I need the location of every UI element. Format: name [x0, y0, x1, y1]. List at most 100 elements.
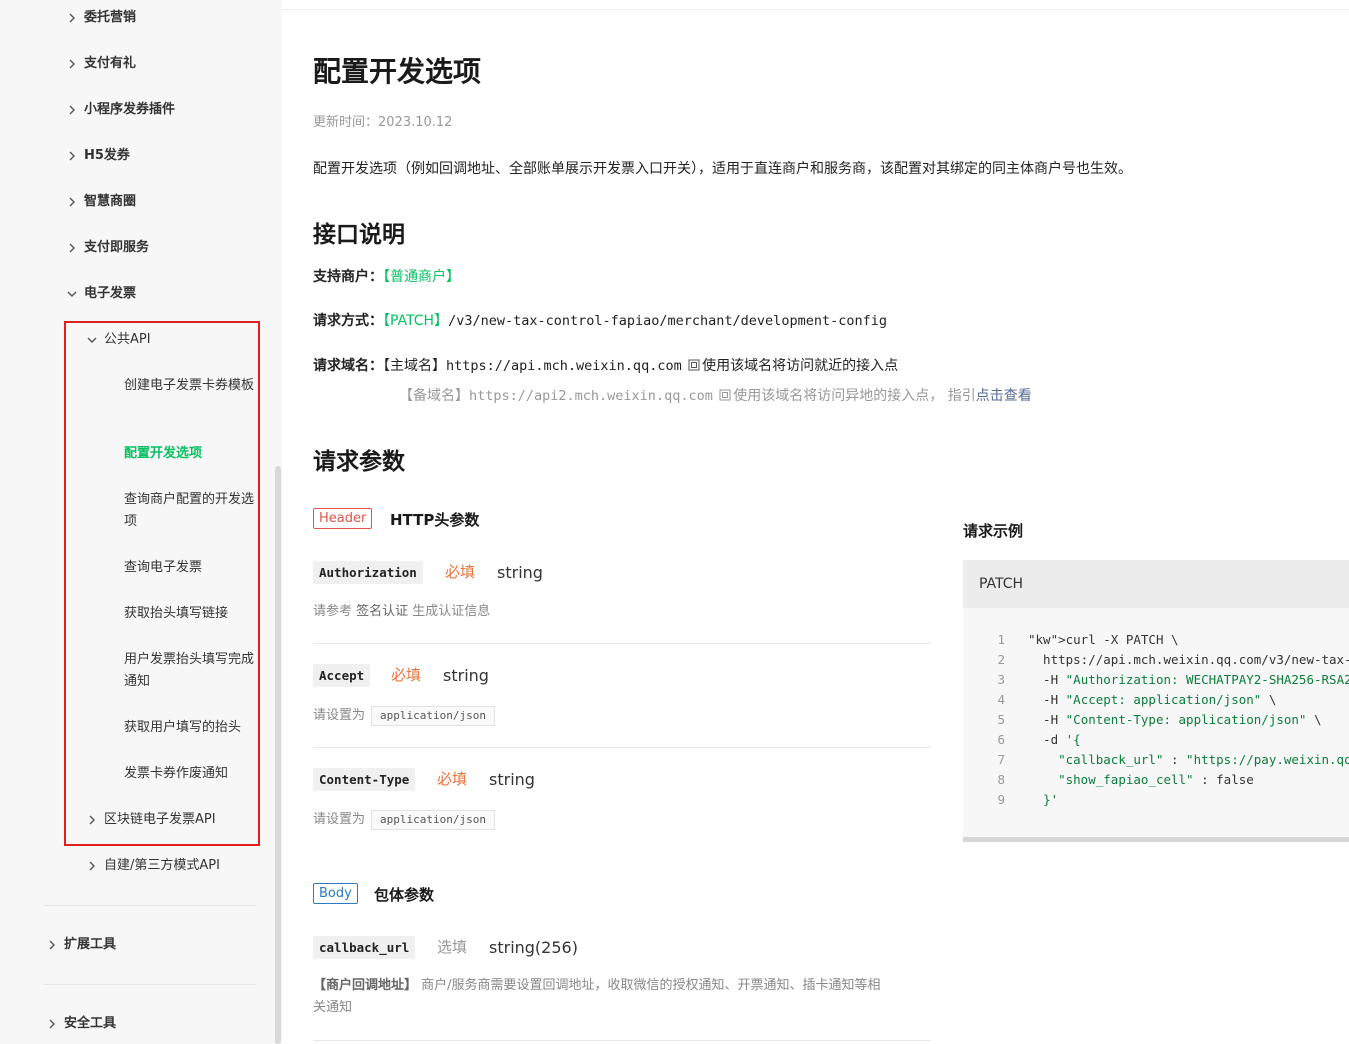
desc-text: 商户/服务商需要设置回调地址，收取微信的授权通知、开票通知、插卡通知等相: [417, 978, 881, 993]
desc-prefix: 请设置为: [313, 708, 366, 723]
domain-label: 请求域名：: [313, 358, 383, 374]
example-method-tab[interactable]: PATCH: [963, 560, 1349, 608]
sidebar-item-label: 电子发票: [84, 286, 137, 301]
sidebar-item-query-fapiao[interactable]: 查询电子发票: [124, 557, 256, 579]
divider: [313, 643, 931, 644]
code-chip: application/json: [371, 809, 495, 830]
line-number: 5: [997, 712, 1005, 727]
param-name: Authorization: [313, 561, 423, 584]
chevron-right-icon: [49, 1019, 55, 1029]
param-type: string: [443, 666, 489, 685]
chevron-right-icon: [69, 243, 75, 253]
copy-icon[interactable]: [719, 389, 731, 401]
sidebar-item-security-tools[interactable]: 安全工具: [0, 1012, 270, 1036]
divider: [313, 1040, 931, 1041]
sidebar-item-zhifuyouli[interactable]: 支付有礼: [0, 52, 270, 76]
sidebar-scrollbar[interactable]: [275, 466, 281, 1044]
chevron-right-icon: [69, 197, 75, 207]
backup-domain: 【备域名】https://api2.mch.weixin.qq.com 使用该域…: [399, 385, 1032, 405]
line-number: 4: [997, 692, 1005, 707]
sidebar-item-create-template[interactable]: 创建电子发票卡券模板: [124, 375, 256, 397]
line-number: 7: [997, 752, 1005, 767]
body-tag: Body: [313, 883, 358, 904]
sign-auth-link[interactable]: 签名认证: [356, 604, 408, 619]
chevron-right-icon: [89, 861, 95, 871]
param-desc: 请参考 签名认证 生成认证信息: [313, 601, 490, 623]
sidebar-group-third-party-api[interactable]: 自建/第三方模式API: [0, 854, 270, 878]
supported-merchant: 支持商户：【普通商户】: [313, 266, 460, 286]
updated-time: 更新时间：2023.10.12: [313, 115, 453, 130]
sidebar-item-miniprogram[interactable]: 小程序发券插件: [0, 98, 270, 122]
code-text: "kw">curl -X PATCH \: [1028, 632, 1179, 647]
request-method: 请求方式：【PATCH】/v3/new-tax-control-fapiao/m…: [313, 310, 887, 330]
required-label: 必填: [437, 770, 468, 788]
method-path: /v3/new-tax-control-fapiao/merchant/deve…: [448, 313, 887, 329]
api-info-heading: 接口说明: [313, 222, 405, 248]
chevron-right-icon: [69, 151, 75, 161]
sidebar-item-query-dev-options[interactable]: 查询商户配置的开发选项: [124, 489, 256, 533]
line-number: 1: [997, 632, 1005, 647]
sidebar-item-title-link[interactable]: 获取抬头填写链接: [124, 603, 256, 625]
code-line: 5 -H "Content-Type: application/json" \: [963, 710, 1349, 730]
desc-bold: 【商户回调地址】: [313, 978, 418, 993]
optional-label: 选填: [437, 938, 468, 956]
sidebar-group-blockchain-api[interactable]: 区块链电子发票API: [0, 808, 270, 832]
method-value: 【PATCH】: [383, 313, 449, 329]
sidebar-item-extension-tools[interactable]: 扩展工具: [0, 933, 270, 957]
sidebar-item-label: 支付即服务: [84, 240, 150, 255]
backup-note: 使用该域名将访问异地的接入点， 指引: [733, 388, 976, 404]
sidebar-item-label: 小程序发券插件: [84, 102, 176, 117]
code-text: https://api.mch.weixin.qq.com/v3/new-tax…: [1043, 652, 1349, 667]
sidebar-group-label: 公共API: [104, 332, 151, 347]
backup-url: https://api2.mch.weixin.qq.com: [469, 388, 713, 404]
params-heading: 请求参数: [313, 449, 405, 475]
sidebar-item-label: 安全工具: [64, 1016, 117, 1031]
code-line: 6 -d '{: [963, 730, 1349, 750]
code-text: -H "Content-Type: application/json" \: [1028, 712, 1322, 727]
code-text: "show_fapiao_cell" : false: [1058, 772, 1254, 787]
sidebar-item-h5[interactable]: H5发券: [0, 144, 270, 168]
sidebar-item-config-dev-options[interactable]: 配置开发选项: [124, 443, 256, 465]
code-line: 8 "show_fapiao_cell" : false: [963, 770, 1349, 790]
param-name: Accept: [313, 664, 371, 687]
code-line: 9 }': [963, 790, 1349, 810]
backup-guide-link[interactable]: 点击查看: [976, 388, 1032, 404]
sidebar-item-title-done-notify[interactable]: 用户发票抬头填写完成通知: [124, 649, 256, 693]
desc-text-2: 关通知: [313, 1000, 353, 1015]
code-line: 4 -H "Accept: application/json" \: [963, 690, 1349, 710]
sidebar-item-get-user-title[interactable]: 获取用户填写的抬头: [124, 717, 256, 739]
param-desc: 【商户回调地址】 商户/服务商需要设置回调地址，收取微信的授权通知、开票通知、插…: [313, 975, 931, 1019]
line-number: 8: [997, 772, 1005, 787]
header-tag: Header: [313, 508, 373, 529]
param-desc: 请设置为 application/json: [313, 705, 495, 727]
code-text: -H "Authorization: WECHATPAY2-SHA256-RSA…: [1028, 672, 1349, 687]
method-label: 请求方式：: [313, 313, 383, 329]
desc-suffix: 生成认证信息: [408, 604, 491, 619]
sidebar-item-weituo[interactable]: 委托营销: [0, 6, 270, 30]
sidebar-item-pay-service[interactable]: 支付即服务: [0, 236, 270, 260]
chevron-right-icon: [69, 13, 75, 23]
sidebar-item-fapiao[interactable]: 电子发票: [0, 282, 270, 306]
sidebar-group-label: 自建/第三方模式API: [104, 858, 220, 873]
required-label: 必填: [445, 563, 476, 581]
copy-icon[interactable]: [688, 359, 700, 371]
param-name: callback_url: [313, 936, 416, 959]
header-params-title: HTTP头参数: [390, 511, 480, 529]
backup-prefix: 【备域名】: [399, 388, 469, 404]
sidebar-group-label: 区块链电子发票API: [104, 812, 216, 827]
page: 委托营销 支付有礼 小程序发券插件 H5发券 智慧商圈 支付即服务 电子发票 公…: [0, 0, 1349, 1044]
chevron-right-icon: [89, 815, 95, 825]
sidebar-group-public-api[interactable]: 公共API: [0, 328, 270, 352]
page-title: 配置开发选项: [313, 55, 482, 88]
code-line: 3 -H "Authorization: WECHATPAY2-SHA256-R…: [963, 670, 1349, 690]
code-line: 7 "callback_url" : "https://pay.weixin.q…: [963, 750, 1349, 770]
sidebar-item-card-void-notify[interactable]: 发票卡券作废通知: [124, 763, 256, 785]
desc-prefix: 请设置为: [313, 812, 366, 827]
main-content: 配置开发选项 更新时间：2023.10.12 配置开发选项（例如回调地址、全部账…: [313, 0, 1349, 1044]
code-text: "callback_url" : "https://pay.weixin.qq.…: [1058, 752, 1349, 767]
param-desc: 请设置为 application/json: [313, 809, 495, 831]
sidebar-item-smart-district[interactable]: 智慧商圈: [0, 190, 270, 214]
sidebar-divider: [44, 905, 256, 906]
primary-note: 使用该域名将访问就近的接入点: [702, 358, 899, 374]
param-type: string: [497, 563, 543, 582]
